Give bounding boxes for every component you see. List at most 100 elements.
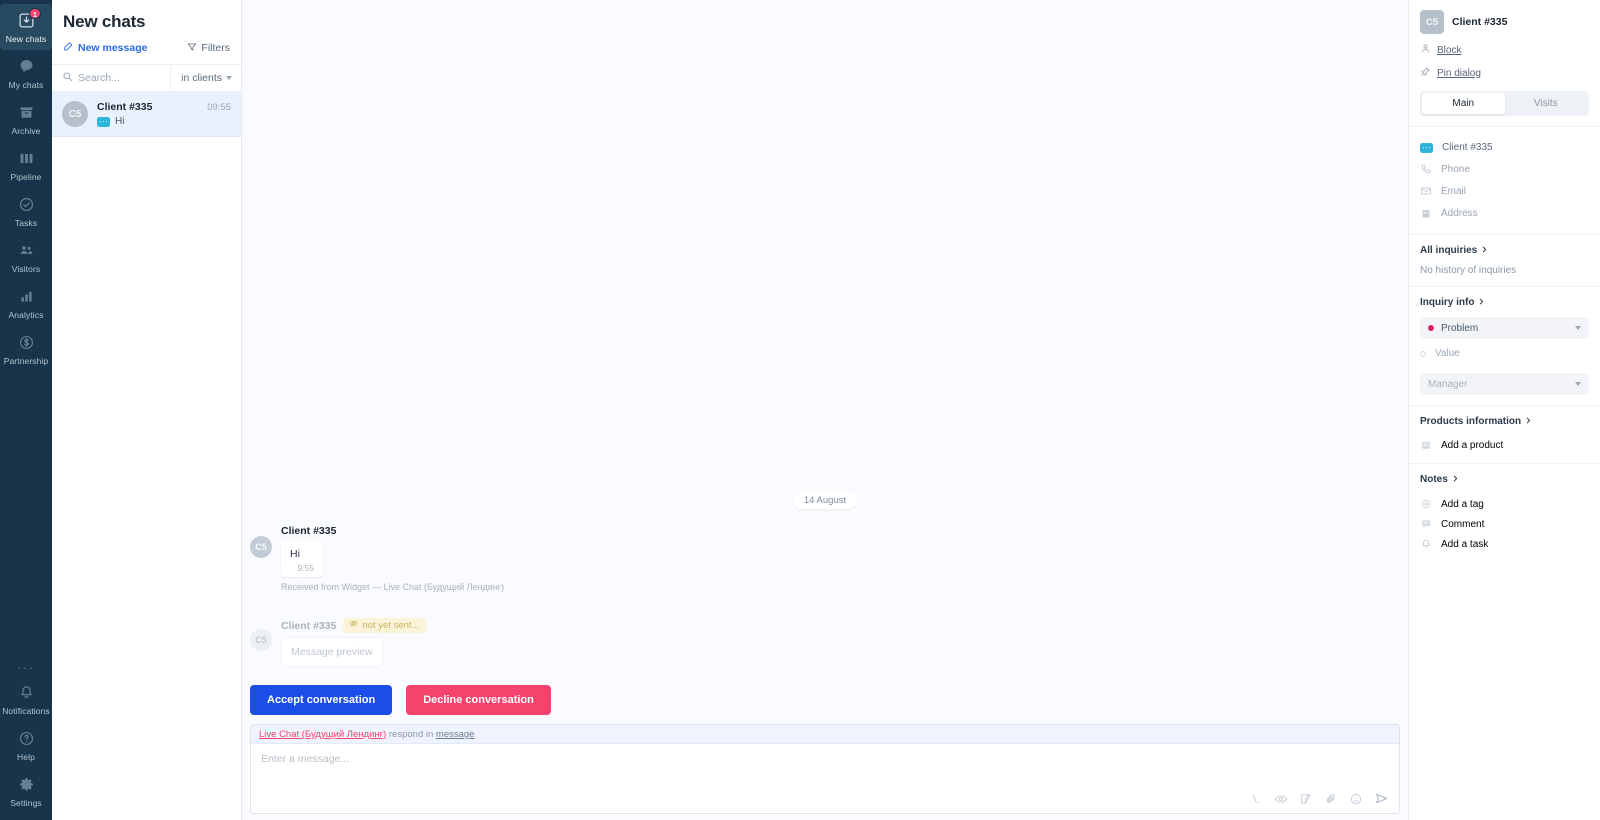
new-chats-icon: 1 xyxy=(0,8,52,31)
tab-visits[interactable]: Visits xyxy=(1505,93,1588,114)
sticker-icon[interactable] xyxy=(1299,792,1313,806)
nav-item-analytics[interactable]: Analytics xyxy=(0,280,52,326)
status-dot-icon xyxy=(1428,325,1434,331)
building-icon xyxy=(1420,207,1432,219)
pin-label: Pin dialog xyxy=(1437,67,1481,79)
search-input[interactable] xyxy=(78,72,171,84)
eye-off-icon xyxy=(349,619,358,631)
add-task-button[interactable]: Add a task xyxy=(1420,532,1589,552)
chat-list-item-time: 09:55 xyxy=(207,102,231,113)
message-header: Client #335 not yet sent... xyxy=(281,618,426,633)
contact-field-phone[interactable]: Phone xyxy=(1420,158,1589,180)
nav-item-pipeline[interactable]: Pipeline xyxy=(0,142,52,188)
nav-more-dots[interactable]: ... xyxy=(18,649,35,676)
message-author: Client #335 xyxy=(281,619,337,632)
chat-list-header: New chats New message Filters xyxy=(52,0,241,64)
filters-button[interactable]: Filters xyxy=(187,42,230,55)
notes-header[interactable]: Notes xyxy=(1420,474,1589,485)
block-user-icon xyxy=(1420,43,1431,57)
eye-icon[interactable] xyxy=(1274,792,1288,806)
comment-label: Comment xyxy=(1441,518,1485,530)
comment-button[interactable]: Comment xyxy=(1420,512,1589,532)
search-scope-dropdown[interactable]: in clients xyxy=(170,65,241,91)
message-input[interactable] xyxy=(261,753,1389,777)
nav-label: Partnership xyxy=(3,356,49,366)
contact-field-label: Address xyxy=(1441,207,1478,219)
inquiries-empty-note: No history of inquiries xyxy=(1420,265,1517,276)
contact-fields-section: Client #335 Phone Email Address xyxy=(1409,127,1600,235)
pin-icon xyxy=(1420,66,1431,80)
chat-list-item[interactable]: C5 Client #335 09:55 Hi xyxy=(52,92,241,137)
client-tabs: Main Visits xyxy=(1420,91,1589,116)
client-header-section: C5 Client #335 Block Pin dialog Main Vis… xyxy=(1409,0,1600,127)
nav-top-group: 1 New chats My chats Archive Pipeline Ta… xyxy=(0,4,52,372)
block-label: Block xyxy=(1437,44,1462,56)
dollar-circle-icon xyxy=(0,333,52,353)
nav-item-settings[interactable]: Settings xyxy=(0,768,52,814)
message-text: Message preview xyxy=(291,646,373,658)
emoji-icon[interactable] xyxy=(1349,792,1363,806)
contact-field-client[interactable]: Client #335 xyxy=(1420,137,1589,158)
message-body: Client #335 Hi 9:55 Received from Widget… xyxy=(281,525,504,592)
block-client-button[interactable]: Block xyxy=(1420,43,1589,57)
search-box[interactable] xyxy=(52,69,171,87)
all-inquiries-section: All inquiries No history of inquiries xyxy=(1409,235,1600,287)
nav-label: Analytics xyxy=(8,310,44,320)
contact-field-email[interactable]: Email xyxy=(1420,180,1589,202)
products-information-header[interactable]: Products information xyxy=(1420,416,1589,427)
nav-item-notifications[interactable]: Notifications xyxy=(0,676,52,722)
add-product-button[interactable]: Add a product xyxy=(1420,433,1589,453)
message-bubble-preview: Message preview xyxy=(281,637,383,667)
inquiry-info-header[interactable]: Inquiry info xyxy=(1420,297,1589,308)
conversation-panel: 14 August C5 Client #335 Hi 9:55 Receive… xyxy=(242,0,1409,820)
chat-list-item-top: Client #335 09:55 xyxy=(97,101,231,113)
message-header: Client #335 xyxy=(281,525,504,537)
chevron-right-icon xyxy=(1478,297,1485,308)
inquiry-value-field[interactable]: Value xyxy=(1420,343,1589,364)
nav-item-my-chats[interactable]: My chats xyxy=(0,50,52,96)
composer-mode-link[interactable]: message xyxy=(436,729,475,740)
composer-channel-bar[interactable]: Live Chat (Будущий Лендинг) respond in m… xyxy=(251,725,1399,744)
nav-item-archive[interactable]: Archive xyxy=(0,96,52,142)
new-message-button[interactable]: New message xyxy=(63,41,147,55)
archive-box-icon xyxy=(0,103,52,123)
page-title: New chats xyxy=(63,12,146,31)
nav-label: Tasks xyxy=(14,218,38,228)
contact-field-address[interactable]: Address xyxy=(1420,202,1589,224)
paperclip-icon[interactable] xyxy=(1324,792,1338,806)
nav-item-new-chats[interactable]: 1 New chats xyxy=(0,4,52,50)
products-information-section: Products information Add a product xyxy=(1409,406,1600,464)
pin-dialog-button[interactable]: Pin dialog xyxy=(1420,66,1589,80)
client-name: Client #335 xyxy=(1452,16,1508,28)
send-icon[interactable] xyxy=(1374,791,1389,806)
nav-item-tasks[interactable]: Tasks xyxy=(0,188,52,234)
decline-conversation-button[interactable]: Decline conversation xyxy=(406,685,551,715)
nav-item-help[interactable]: Help xyxy=(0,722,52,768)
all-inquiries-header[interactable]: All inquiries xyxy=(1420,245,1589,256)
tab-main[interactable]: Main xyxy=(1422,93,1505,114)
products-information-title: Products information xyxy=(1420,416,1522,427)
message-source-meta: Received from Widget — Live Chat (Будущи… xyxy=(281,582,505,592)
message-text: Hi xyxy=(290,548,300,560)
add-tag-button[interactable]: Add a tag xyxy=(1420,492,1589,512)
client-header: C5 Client #335 xyxy=(1420,10,1589,34)
phone-icon xyxy=(1420,163,1432,175)
inquiry-manager-select[interactable]: Manager xyxy=(1420,373,1589,395)
inquiry-manager-value: Manager xyxy=(1428,378,1468,390)
variables-icon[interactable] xyxy=(1249,792,1263,806)
check-circle-icon xyxy=(0,195,52,215)
client-details-panel: C5 Client #335 Block Pin dialog Main Vis… xyxy=(1409,0,1600,820)
contact-field-label: Email xyxy=(1441,185,1467,197)
date-separator: 14 August xyxy=(792,492,858,509)
chevron-down-icon xyxy=(1575,382,1581,386)
composer-channel-name[interactable]: Live Chat (Будущий Лендинг) xyxy=(259,729,386,740)
add-tag-label: Add a tag xyxy=(1441,498,1484,510)
notes-title: Notes xyxy=(1420,474,1448,485)
new-chats-badge: 1 xyxy=(28,8,41,19)
compose-icon xyxy=(63,41,74,55)
inquiry-status-select[interactable]: Problem xyxy=(1420,317,1589,339)
nav-item-partnership[interactable]: Partnership xyxy=(0,326,52,372)
nav-item-visitors[interactable]: Visitors xyxy=(0,234,52,280)
accept-conversation-button[interactable]: Accept conversation xyxy=(250,685,393,715)
composer-respond-in-label: respond in xyxy=(388,729,434,740)
